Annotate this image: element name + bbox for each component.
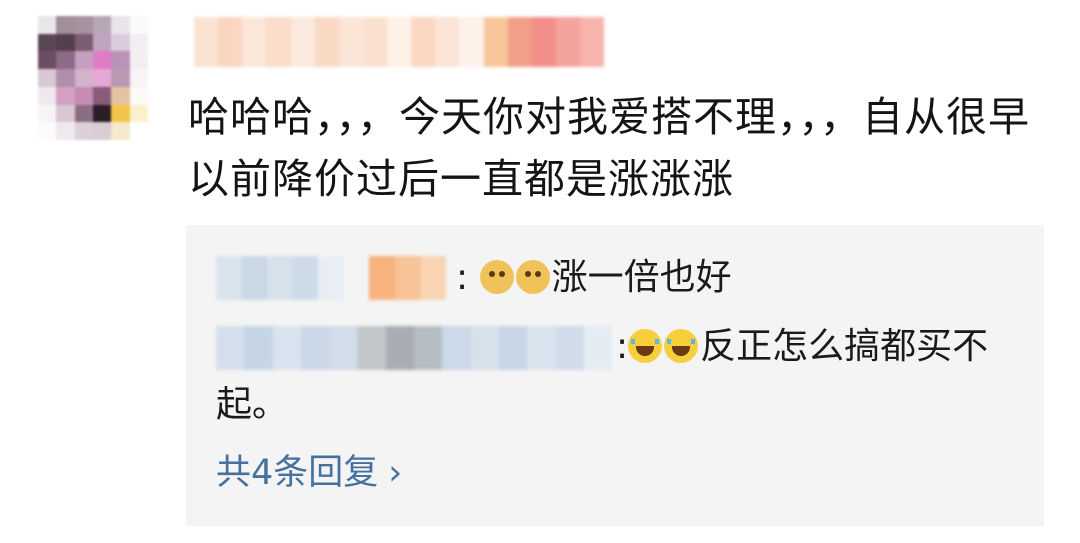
doge-emoji-icon — [515, 260, 550, 294]
laughing-crying-emoji-icon — [664, 329, 699, 363]
reply-text: 反正怎么搞都买不起。 — [216, 326, 989, 425]
view-all-replies-link[interactable]: 共4条回复 › — [216, 447, 402, 499]
reply-separator: : — [456, 257, 469, 298]
avatar[interactable] — [38, 16, 148, 140]
reply-item[interactable]: : 反正怎么搞都买不起。 — [216, 318, 1016, 434]
reply-item[interactable]: : 涨一倍也好 — [216, 249, 1016, 307]
chevron-right-icon: › — [388, 453, 403, 493]
laughing-crying-emoji-icon — [628, 329, 663, 363]
replies-panel[interactable]: : 涨一倍也好 : 反正怎么搞都买不起。 共4条回复 › — [186, 225, 1044, 526]
comment-text: 哈哈哈，，，今天你对我爱搭不理，，，自从很早以前降价过后一直都是涨涨涨 — [188, 93, 1030, 203]
reply-text: 涨一倍也好 — [551, 257, 732, 298]
doge-emoji-icon — [479, 260, 514, 294]
view-all-replies-label: 共4条回复 — [216, 453, 379, 493]
reply-separator: : — [616, 326, 629, 367]
username[interactable] — [194, 17, 605, 67]
